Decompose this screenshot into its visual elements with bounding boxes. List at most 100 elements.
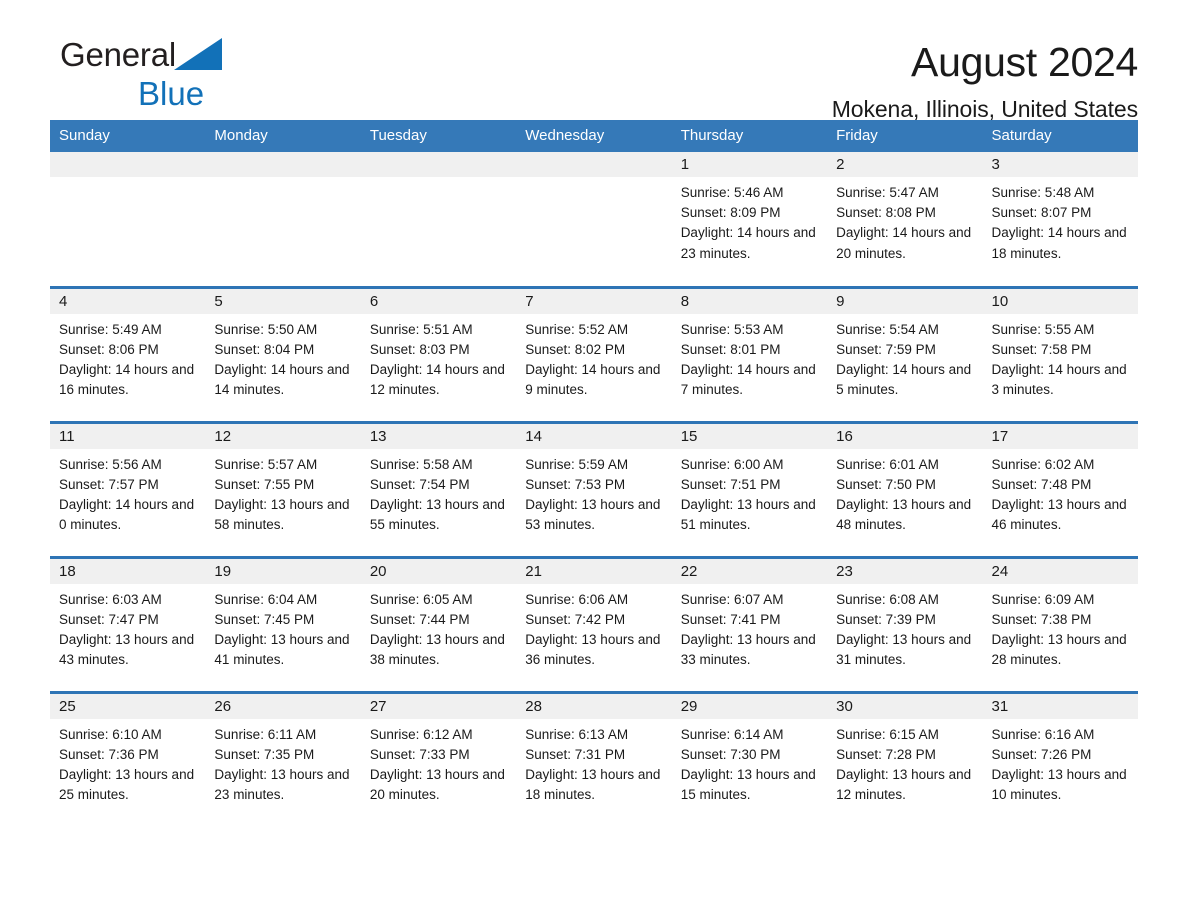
sunset-text: Sunset: 7:26 PM xyxy=(991,746,1092,762)
weekday-header-sunday: Sunday xyxy=(50,120,206,152)
sunset-text: Sunset: 8:03 PM xyxy=(369,341,470,357)
sunrise-text: Sunrise: 5:58 AM xyxy=(369,456,473,472)
calendar-day-cell[interactable]: 30 Sunrise: 6:15 AM Sunset: 7:28 PM Dayligh… xyxy=(827,690,983,827)
calendar-day-cell[interactable]: 26 Sunrise: 6:11 AM Sunset: 7:35 PM Dayligh… xyxy=(205,690,361,827)
calendar-day-cell[interactable]: 9 Sunrise: 5:54 AM Sunset: 7:59 PM Daylight… xyxy=(827,285,983,422)
day-number xyxy=(516,152,672,177)
day-number: 8 xyxy=(671,288,828,314)
daylight-text: Daylight: 13 hours and 23 minutes. xyxy=(214,766,350,803)
calendar-day-cell[interactable]: 31 Sunrise: 6:16 AM Sunset: 7:26 PM Dayligh… xyxy=(982,690,1138,827)
calendar-day-cell[interactable]: 13 Sunrise: 5:58 AM Sunset: 7:54 PM Dayligh… xyxy=(360,420,517,557)
day-number: 31 xyxy=(982,693,1138,719)
daylight-text: Daylight: 14 hours and 9 minutes. xyxy=(525,361,661,398)
calendar-day-cell[interactable]: 17 Sunrise: 6:02 AM Sunset: 7:48 PM Dayligh… xyxy=(982,420,1138,557)
calendar-day-cell[interactable]: 1 Sunrise: 5:46 AM Sunset: 8:09 PM Daylight… xyxy=(671,152,828,287)
calendar-day-cell[interactable]: 8 Sunrise: 5:53 AM Sunset: 8:01 PM Daylight… xyxy=(671,285,828,422)
brand-logo[interactable]: General Blue xyxy=(50,38,310,118)
calendar-day-cell[interactable]: 29 Sunrise: 6:14 AM Sunset: 7:30 PM Dayligh… xyxy=(671,690,828,827)
sunset-text: Sunset: 7:50 PM xyxy=(836,476,936,492)
calendar-day-cell[interactable]: 2 Sunrise: 5:47 AM Sunset: 8:08 PM Daylight… xyxy=(827,152,983,287)
calendar-day-cell[interactable]: 16 Sunrise: 6:01 AM Sunset: 7:50 PM Dayligh… xyxy=(827,420,983,557)
calendar-day-cell[interactable]: 19 Sunrise: 6:04 AM Sunset: 7:45 PM Dayligh… xyxy=(205,555,361,692)
sunrise-text: Sunrise: 6:01 AM xyxy=(836,456,939,472)
calendar-day-cell[interactable]: 5 Sunrise: 5:50 AM Sunset: 8:04 PM Daylight… xyxy=(205,285,361,422)
calendar-cell-empty xyxy=(205,152,361,287)
day-number: 24 xyxy=(982,558,1138,584)
daylight-text: Daylight: 13 hours and 15 minutes. xyxy=(680,766,816,803)
sunset-text: Sunset: 7:55 PM xyxy=(214,476,315,492)
day-number: 3 xyxy=(982,152,1138,177)
sunrise-text: Sunrise: 6:16 AM xyxy=(991,726,1095,742)
day-number: 29 xyxy=(671,693,828,719)
calendar-day-cell[interactable]: 21 Sunrise: 6:06 AM Sunset: 7:42 PM Dayligh… xyxy=(516,555,672,692)
day-number: 10 xyxy=(982,288,1138,314)
sunset-text: Sunset: 7:59 PM xyxy=(836,341,936,357)
calendar-day-cell[interactable]: 25 Sunrise: 6:10 AM Sunset: 7:36 PM Dayligh… xyxy=(50,690,206,827)
title-block: August 2024 Mokena, Illinois, United Sta… xyxy=(831,38,1139,123)
page-subtitle: Mokena, Illinois, United States xyxy=(831,96,1138,123)
sunrise-text: Sunrise: 5:53 AM xyxy=(680,321,784,337)
sunrise-text: Sunrise: 6:13 AM xyxy=(525,726,629,742)
sunrise-text: Sunrise: 6:10 AM xyxy=(59,726,162,742)
calendar-cell-empty xyxy=(50,152,206,287)
calendar-day-cell[interactable]: 24 Sunrise: 6:09 AM Sunset: 7:38 PM Dayligh… xyxy=(982,555,1138,692)
daylight-text: Daylight: 13 hours and 46 minutes. xyxy=(991,496,1127,533)
calendar-day-cell[interactable]: 22 Sunrise: 6:07 AM Sunset: 7:41 PM Dayligh… xyxy=(671,555,828,692)
day-number: 12 xyxy=(205,423,361,449)
sunset-text: Sunset: 7:45 PM xyxy=(214,611,315,627)
calendar-page: General Blue August 2024 Mokena, Illinoi… xyxy=(0,0,1188,918)
sunset-text: Sunset: 7:35 PM xyxy=(214,746,315,762)
calendar-day-cell[interactable]: 3 Sunrise: 5:48 AM Sunset: 8:07 PM Daylight… xyxy=(982,152,1138,287)
calendar-day-cell[interactable]: 28 Sunrise: 6:13 AM Sunset: 7:31 PM Dayligh… xyxy=(516,690,672,827)
daylight-text: Daylight: 14 hours and 5 minutes. xyxy=(836,361,972,398)
sunset-text: Sunset: 8:09 PM xyxy=(680,205,781,221)
calendar-day-cell[interactable]: 12 Sunrise: 5:57 AM Sunset: 7:55 PM Dayligh… xyxy=(205,420,361,557)
page-header: General Blue August 2024 Mokena, Illinoi… xyxy=(50,0,1139,123)
day-number: 4 xyxy=(50,288,206,314)
daylight-text: Daylight: 13 hours and 36 minutes. xyxy=(525,631,661,668)
sunrise-text: Sunrise: 6:07 AM xyxy=(680,591,784,607)
day-number xyxy=(360,152,517,177)
day-details: Sunrise: 6:12 AM Sunset: 7:33 PM Daylight:… xyxy=(361,719,516,806)
calendar-day-cell[interactable]: 15 Sunrise: 6:00 AM Sunset: 7:51 PM Dayligh… xyxy=(671,420,828,557)
calendar-day-cell[interactable]: 18 Sunrise: 6:03 AM Sunset: 7:47 PM Dayligh… xyxy=(50,555,206,692)
sunset-text: Sunset: 7:51 PM xyxy=(680,476,781,492)
daylight-text: Daylight: 14 hours and 16 minutes. xyxy=(59,361,195,398)
calendar-week-row: 11 Sunrise: 5:56 AM Sunset: 7:57 PM Dayligh… xyxy=(50,420,1138,557)
sunset-text: Sunset: 7:31 PM xyxy=(525,746,626,762)
sunset-text: Sunset: 8:06 PM xyxy=(59,341,159,357)
sunset-text: Sunset: 7:48 PM xyxy=(991,476,1092,492)
calendar-day-cell[interactable]: 6 Sunrise: 5:51 AM Sunset: 8:03 PM Daylight… xyxy=(360,285,517,422)
day-number: 19 xyxy=(205,558,361,584)
calendar-day-cell[interactable]: 7 Sunrise: 5:52 AM Sunset: 8:02 PM Daylight… xyxy=(516,285,672,422)
calendar-day-cell[interactable]: 27 Sunrise: 6:12 AM Sunset: 7:33 PM Dayligh… xyxy=(360,690,517,827)
calendar-day-cell[interactable]: 10 Sunrise: 5:55 AM Sunset: 7:58 PM Dayligh… xyxy=(982,285,1138,422)
sunrise-text: Sunrise: 6:15 AM xyxy=(836,726,939,742)
daylight-text: Daylight: 13 hours and 58 minutes. xyxy=(214,496,350,533)
sunset-text: Sunset: 7:42 PM xyxy=(525,611,626,627)
calendar-week-row: 4 Sunrise: 5:49 AM Sunset: 8:06 PM Daylight… xyxy=(50,285,1138,422)
day-number: 21 xyxy=(516,558,672,584)
calendar-week-row: 18 Sunrise: 6:03 AM Sunset: 7:47 PM Dayligh… xyxy=(50,555,1138,692)
calendar-day-cell[interactable]: 11 Sunrise: 5:56 AM Sunset: 7:57 PM Dayligh… xyxy=(50,420,206,557)
sunrise-text: Sunrise: 5:47 AM xyxy=(836,185,939,200)
day-number: 30 xyxy=(827,693,983,719)
sunset-text: Sunset: 7:57 PM xyxy=(59,476,159,492)
weekday-header-tuesday: Tuesday xyxy=(360,120,517,152)
calendar-day-cell[interactable]: 14 Sunrise: 5:59 AM Sunset: 7:53 PM Dayligh… xyxy=(516,420,672,557)
day-details: Sunrise: 6:02 AM Sunset: 7:48 PM Daylight:… xyxy=(983,449,1138,536)
sunset-text: Sunset: 7:33 PM xyxy=(369,746,470,762)
sunrise-text: Sunrise: 6:04 AM xyxy=(214,591,318,607)
sunset-text: Sunset: 7:53 PM xyxy=(525,476,626,492)
day-details: Sunrise: 6:04 AM Sunset: 7:45 PM Daylight:… xyxy=(205,584,360,671)
daylight-text: Daylight: 13 hours and 55 minutes. xyxy=(369,496,505,533)
sunrise-text: Sunrise: 5:52 AM xyxy=(525,321,629,337)
calendar-day-cell[interactable]: 23 Sunrise: 6:08 AM Sunset: 7:39 PM Dayligh… xyxy=(827,555,983,692)
calendar-day-cell[interactable]: 20 Sunrise: 6:05 AM Sunset: 7:44 PM Dayligh… xyxy=(360,555,517,692)
day-details: Sunrise: 5:47 AM Sunset: 8:08 PM Daylight:… xyxy=(827,177,982,264)
calendar-day-cell[interactable]: 4 Sunrise: 5:49 AM Sunset: 8:06 PM Daylight… xyxy=(50,285,206,422)
day-number: 5 xyxy=(205,288,361,314)
day-details: Sunrise: 5:50 AM Sunset: 8:04 PM Daylight:… xyxy=(205,314,360,401)
day-details: Sunrise: 5:46 AM Sunset: 8:09 PM Daylight:… xyxy=(672,177,827,264)
sunset-text: Sunset: 8:08 PM xyxy=(836,205,936,221)
